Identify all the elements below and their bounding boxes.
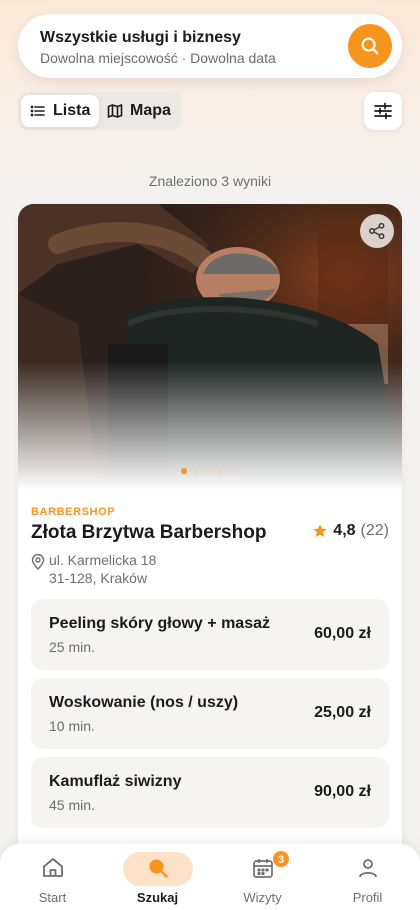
star-icon: [313, 524, 327, 537]
rating-value: 4,8: [333, 522, 356, 539]
carousel-dot[interactable]: [205, 468, 211, 474]
service-name: Woskowanie (nos / uszy): [49, 694, 239, 711]
view-toggle: Lista Mapa: [18, 92, 182, 130]
tab-map-label: Mapa: [130, 102, 171, 119]
list-icon: [30, 105, 45, 117]
appointments-badge: 3: [272, 850, 290, 868]
address-line-1: ul. Karmelicka 18: [49, 552, 157, 568]
service-name: Kamuflaż siwizny: [49, 773, 182, 790]
barber-photo-illustration: [18, 204, 402, 490]
nav-item-search[interactable]: Szukaj: [105, 844, 210, 910]
nav-item-appointments[interactable]: 3 Wizyty: [210, 844, 315, 910]
service-duration: 10 min.: [49, 718, 95, 734]
business-card[interactable]: BARBERSHOP Złota Brzytwa Barbershop 4,8 …: [18, 204, 402, 910]
user-icon: [354, 854, 382, 882]
business-category: BARBERSHOP: [31, 506, 116, 518]
location-pin-icon: [31, 554, 45, 570]
nav-label-appointments: Wizyty: [243, 890, 282, 905]
search-button[interactable]: [348, 24, 392, 68]
services-list: Peeling skóry głowy + masaż 25 min. 60,0…: [31, 599, 389, 836]
nav-label-start: Start: [38, 890, 67, 905]
search-icon: [144, 854, 172, 882]
business-name[interactable]: Złota Brzytwa Barbershop: [31, 522, 266, 544]
filter-button[interactable]: [364, 92, 402, 130]
tab-list[interactable]: Lista: [21, 95, 100, 127]
bottom-navigation: Start Szukaj 3 Wizyty Profil: [0, 844, 420, 910]
search-subtitle: Dowolna miejscowość · Dowolna data: [40, 50, 276, 66]
service-duration: 25 min.: [49, 639, 95, 655]
tab-list-label: Lista: [53, 102, 91, 119]
filter-sliders-icon: [374, 102, 392, 120]
carousel-dot[interactable]: [217, 468, 223, 474]
search-title: Wszystkie usługi i biznesy: [40, 29, 241, 46]
results-count: Znaleziono 3 wyniki: [148, 173, 272, 189]
service-name: Peeling skóry głowy + masaż: [49, 615, 270, 632]
carousel-dot[interactable]: [181, 468, 187, 474]
nav-item-start[interactable]: Start: [0, 844, 105, 910]
tab-map[interactable]: Mapa: [98, 95, 180, 127]
address-line-2: 31-128, Kraków: [49, 570, 148, 586]
service-item[interactable]: Woskowanie (nos / uszy) 10 min. 25,00 zł: [31, 678, 389, 749]
search-icon: [361, 37, 379, 55]
service-price: 90,00 zł: [314, 783, 371, 800]
business-photo[interactable]: [18, 204, 402, 490]
carousel-dot[interactable]: [193, 468, 199, 474]
service-duration: 45 min.: [49, 797, 95, 813]
share-button[interactable]: [360, 214, 394, 248]
home-icon: [39, 854, 67, 882]
carousel-dot[interactable]: [229, 468, 235, 474]
service-item[interactable]: Kamuflaż siwizny 45 min. 90,00 zł: [31, 757, 389, 828]
share-icon: [369, 222, 385, 240]
nav-label-profile: Profil: [352, 890, 383, 905]
map-icon: [107, 104, 123, 118]
rating: 4,8 (22): [312, 522, 389, 540]
nav-label-search: Szukaj: [136, 890, 179, 905]
service-price: 25,00 zł: [314, 704, 371, 721]
photo-carousel-dots[interactable]: [181, 468, 235, 474]
rating-count: (22): [360, 522, 389, 539]
service-price: 60,00 zł: [314, 625, 371, 642]
service-item[interactable]: Peeling skóry głowy + masaż 25 min. 60,0…: [31, 599, 389, 670]
nav-item-profile[interactable]: Profil: [315, 844, 420, 910]
search-bar[interactable]: Wszystkie usługi i biznesy Dowolna miejs…: [18, 14, 402, 78]
